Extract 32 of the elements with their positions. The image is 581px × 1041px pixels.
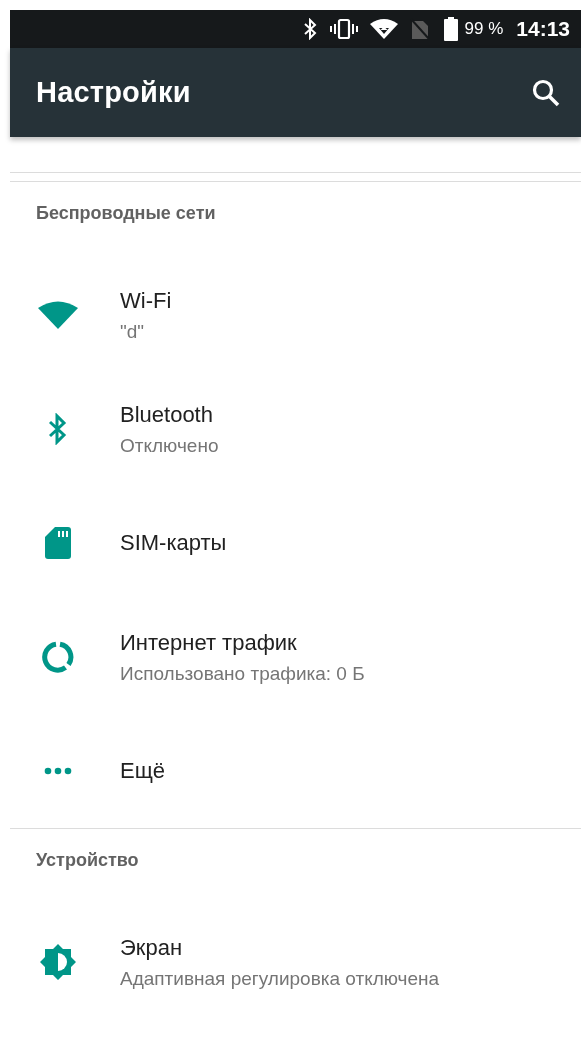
item-title: Экран bbox=[120, 934, 184, 961]
item-summary: Адаптивная регулировка отключена bbox=[120, 967, 440, 990]
more-icon bbox=[43, 767, 72, 775]
item-summary: Отключено bbox=[120, 434, 219, 457]
vibrate-icon bbox=[329, 18, 358, 40]
settings-item[interactable]: Экран Адаптивная регулировка отключена bbox=[10, 905, 581, 1019]
toolbar-title: Настройки bbox=[36, 76, 192, 109]
data-usage-icon bbox=[40, 640, 75, 674]
settings-item[interactable]: Bluetooth Отключено bbox=[10, 372, 581, 486]
section-header: Устройство bbox=[36, 850, 139, 870]
item-title: Ещё bbox=[120, 758, 165, 784]
item-summary: Использовано трафика: 0 Б bbox=[120, 662, 365, 685]
settings-item[interactable]: Интернет трафик Использовано трафика: 0 Б bbox=[10, 600, 581, 714]
brightness-icon bbox=[38, 943, 77, 981]
item-title: Wi-Fi bbox=[120, 287, 172, 314]
settings-item[interactable]: Wi-Fi "d" bbox=[10, 258, 581, 372]
clock-time: 14:13 bbox=[516, 17, 570, 41]
bluetooth-icon bbox=[46, 413, 69, 445]
wifi-icon bbox=[37, 301, 78, 329]
search-icon[interactable] bbox=[531, 77, 561, 108]
battery-percent: 99 % bbox=[464, 19, 504, 39]
section-header: Беспроводные сети bbox=[36, 203, 216, 223]
battery-icon bbox=[443, 17, 458, 41]
item-title: SIM-карты bbox=[120, 530, 227, 556]
wifi-icon bbox=[369, 18, 398, 40]
settings-item[interactable]: Ещё bbox=[10, 714, 581, 828]
item-summary: "d" bbox=[120, 320, 146, 343]
item-title: Интернет трафик bbox=[120, 629, 298, 656]
sim-card-icon bbox=[44, 527, 71, 559]
no-sim-icon bbox=[409, 18, 430, 40]
settings-item[interactable]: SIM-карты bbox=[10, 486, 581, 600]
item-title: Bluetooth bbox=[120, 401, 214, 428]
